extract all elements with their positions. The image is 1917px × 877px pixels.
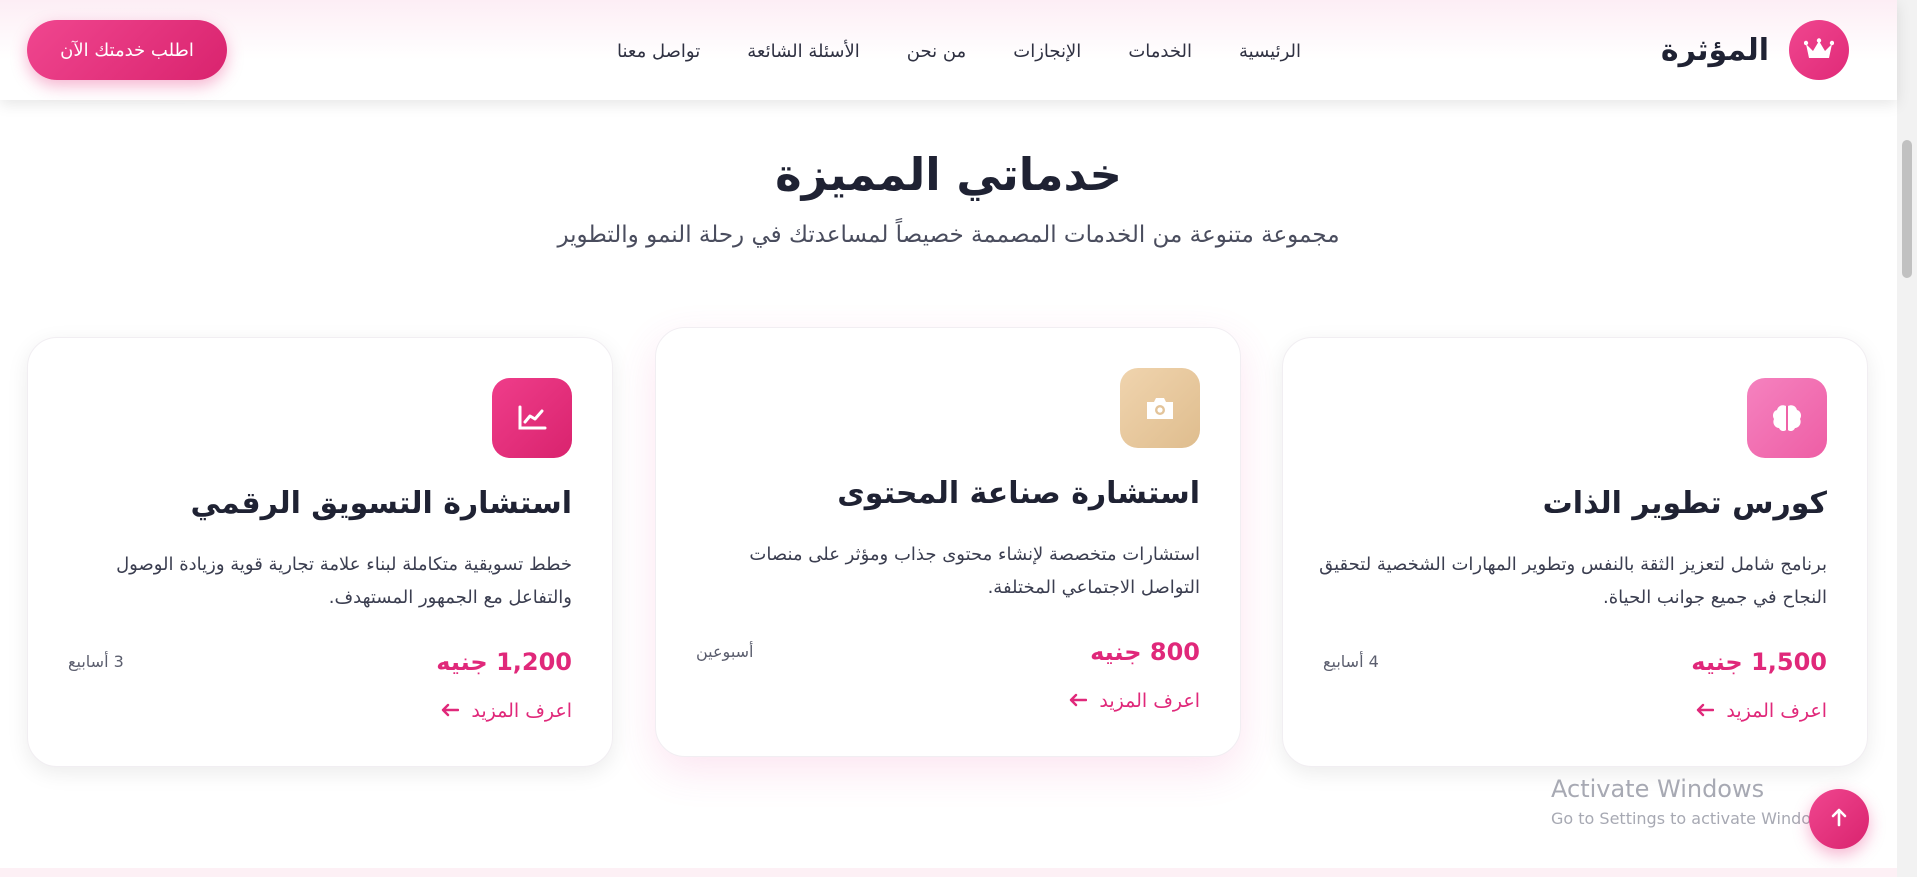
learn-more-link[interactable]: اعرف المزيد bbox=[1696, 700, 1827, 722]
next-section-edge bbox=[0, 868, 1897, 877]
section-subtitle: مجموعة متنوعة من الخدمات المصممة خصيصاً … bbox=[557, 222, 1340, 248]
card-price: 1,200 جنيه bbox=[436, 648, 572, 676]
scrollbar-thumb[interactable] bbox=[1902, 140, 1912, 278]
nav-item-services[interactable]: الخدمات bbox=[1128, 41, 1192, 62]
chart-line-icon bbox=[492, 378, 572, 458]
page: المؤثرة الرئيسية الخدمات الإنجازات من نح… bbox=[0, 0, 1917, 877]
learn-more-label: اعرف المزيد bbox=[471, 700, 572, 722]
arrow-up-icon bbox=[1830, 807, 1848, 831]
brain-icon bbox=[1747, 378, 1827, 458]
arrow-left-icon bbox=[1696, 700, 1715, 722]
card-duration: 4 أسابيع bbox=[1323, 652, 1379, 671]
nav-item-faq[interactable]: الأسئلة الشائعة bbox=[747, 41, 859, 62]
nav-item-home[interactable]: الرئيسية bbox=[1239, 41, 1301, 62]
section-title: خدماتي المميزة bbox=[775, 148, 1122, 201]
camera-icon bbox=[1120, 368, 1200, 448]
main-nav: الرئيسية الخدمات الإنجازات من نحن الأسئل… bbox=[617, 36, 1301, 66]
order-service-button[interactable]: اطلب خدمتك الآن bbox=[27, 20, 227, 80]
windows-activation-watermark: Activate Windows Go to Settings to activ… bbox=[1551, 775, 1838, 828]
card-description: خطط تسويقية متكاملة لبناء علامة تجارية ق… bbox=[116, 554, 572, 608]
nav-item-contact[interactable]: تواصل معنا bbox=[617, 41, 700, 62]
page-scrollbar[interactable] bbox=[1897, 0, 1917, 877]
card-title: استشارة صناعة المحتوى bbox=[837, 476, 1200, 511]
card-duration: أسبوعين bbox=[696, 642, 754, 661]
card-description: برنامج شامل لتعزيز الثقة بالنفس وتطوير ا… bbox=[1319, 554, 1827, 608]
learn-more-label: اعرف المزيد bbox=[1726, 700, 1827, 722]
card-price: 1,500 جنيه bbox=[1691, 648, 1827, 676]
nav-item-achievements[interactable]: الإنجازات bbox=[1013, 41, 1081, 62]
site-header: المؤثرة الرئيسية الخدمات الإنجازات من نح… bbox=[0, 0, 1897, 100]
back-to-top-button[interactable] bbox=[1809, 789, 1869, 849]
card-description: استشارات متخصصة لإنشاء محتوى جذاب ومؤثر … bbox=[749, 544, 1200, 598]
card-duration: 3 أسابيع bbox=[68, 652, 124, 671]
watermark-title: Activate Windows bbox=[1551, 775, 1765, 803]
card-title: استشارة التسويق الرقمي bbox=[190, 486, 572, 521]
brand-name: المؤثرة bbox=[1660, 32, 1769, 68]
card-title: كورس تطوير الذات bbox=[1542, 486, 1827, 521]
brand[interactable]: المؤثرة bbox=[1661, 20, 1849, 80]
service-card-digital-marketing: استشارة التسويق الرقمي خطط تسويقية متكام… bbox=[27, 337, 613, 767]
watermark-subtitle: Go to Settings to activate Windows. bbox=[1551, 809, 1838, 828]
arrow-left-icon bbox=[441, 700, 460, 722]
card-price: 800 جنيه bbox=[1090, 638, 1200, 666]
crown-icon bbox=[1789, 20, 1849, 80]
service-card-self-development: كورس تطوير الذات برنامج شامل لتعزيز الثق… bbox=[1282, 337, 1868, 767]
arrow-left-icon bbox=[1069, 690, 1088, 712]
learn-more-link[interactable]: اعرف المزيد bbox=[441, 700, 572, 722]
nav-item-about[interactable]: من نحن bbox=[907, 41, 966, 62]
learn-more-label: اعرف المزيد bbox=[1099, 690, 1200, 712]
service-card-content-creation: استشارة صناعة المحتوى استشارات متخصصة لإ… bbox=[655, 327, 1241, 757]
learn-more-link[interactable]: اعرف المزيد bbox=[1069, 690, 1200, 712]
